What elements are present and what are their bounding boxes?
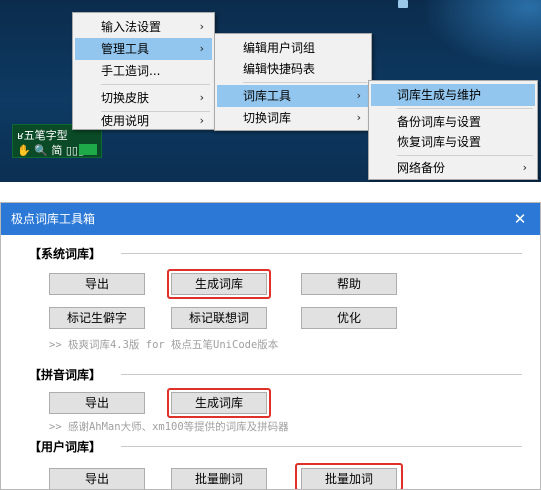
menu-item-label: 使用说明 <box>101 114 150 128</box>
menu-separator <box>397 108 533 109</box>
system-dictionary-note: >> 极爽词库4.3版 for 极点五笔UniCode版本 <box>49 339 279 351</box>
menu-item-network-backup[interactable]: 网络备份 › <box>371 157 535 179</box>
menu-item-label: 词库生成与维护 <box>397 88 482 102</box>
desktop-wallpaper-glow <box>421 0 541 70</box>
optimize-button[interactable]: 优化 <box>301 307 397 329</box>
section-divider <box>121 446 522 447</box>
mark-rare-chars-button[interactable]: 标记生僻字 <box>49 307 145 329</box>
menu-item-label: 切换词库 <box>243 111 292 125</box>
menu-item-help[interactable]: 使用说明 › <box>75 112 212 130</box>
section-header-system: 【系统词库】 <box>29 245 102 262</box>
dictionary-toolbox-dialog: 极点词库工具箱 ✕ 【系统词库】 导出 生成词库 帮助 标记生僻字 标记联想词 … <box>0 202 541 490</box>
system-export-button[interactable]: 导出 <box>49 273 145 295</box>
desktop-icon-fragment <box>398 0 408 8</box>
submenu-arrow-icon: › <box>199 20 204 33</box>
ime-mode-label[interactable]: ʁ五笔字型 <box>17 127 68 143</box>
batch-delete-words-button[interactable]: 批量删词 <box>171 468 267 489</box>
menu-item-label: 词库工具 <box>243 89 292 103</box>
menu-item-edit-shortcut-table[interactable]: 编辑快捷码表 <box>217 58 369 80</box>
menu-item-label: 备份词库与设置 <box>397 115 482 129</box>
dialog-title: 极点词库工具箱 <box>11 212 96 226</box>
dialog-titlebar[interactable]: 极点词库工具箱 ✕ <box>1 203 540 235</box>
section-divider <box>121 374 522 375</box>
menu-separator <box>243 82 367 83</box>
menu-item-label: 编辑快捷码表 <box>243 62 316 76</box>
system-help-button[interactable]: 帮助 <box>301 273 397 295</box>
desktop-area: ʁ五笔字型 ✋ 🔍 简 ▯▯▯ 输入法设置 › 管理工具 › 手工造词... 切… <box>0 0 541 182</box>
highlight-box <box>167 388 271 418</box>
menu-item-label: 编辑用户词组 <box>243 41 316 55</box>
context-menu-manage-tools: 编辑用户词组 编辑快捷码表 词库工具 › 切换词库 › <box>214 33 372 131</box>
highlight-box <box>167 269 271 299</box>
section-divider <box>121 253 522 254</box>
menu-item-label: 手工造词... <box>101 64 161 78</box>
mark-association-words-button[interactable]: 标记联想词 <box>171 307 267 329</box>
menu-item-restore-dictionary[interactable]: 恢复词库与设置 <box>371 131 535 153</box>
menu-separator <box>397 155 533 156</box>
menu-item-manual-word[interactable]: 手工造词... <box>75 60 212 82</box>
menu-item-ime-settings[interactable]: 输入法设置 › <box>75 16 212 38</box>
submenu-arrow-icon: › <box>356 89 361 102</box>
section-header-pinyin: 【拼音词库】 <box>29 366 102 383</box>
menu-item-switch-dictionary[interactable]: 切换词库 › <box>217 107 369 129</box>
highlight-box <box>295 463 403 489</box>
submenu-arrow-icon: › <box>199 91 204 104</box>
submenu-arrow-icon: › <box>199 114 204 127</box>
menu-item-label: 网络备份 <box>397 161 446 175</box>
pinyin-dictionary-note: >> 感谢AhMan大师、xm100等提供的词库及拼码器 <box>49 421 289 433</box>
close-icon[interactable]: ✕ <box>508 203 532 235</box>
submenu-arrow-icon: › <box>356 111 361 124</box>
menu-item-backup-dictionary[interactable]: 备份词库与设置 <box>371 111 535 133</box>
menu-item-label: 切换皮肤 <box>101 91 150 105</box>
context-menu-dictionary-tools: 词库生成与维护 备份词库与设置 恢复词库与设置 网络备份 › <box>368 80 538 180</box>
submenu-arrow-icon: › <box>522 161 527 174</box>
menu-separator <box>101 84 210 85</box>
submenu-arrow-icon: › <box>199 42 204 55</box>
ime-toolbar-icons[interactable]: ✋ 🔍 简 ▯▯▯ <box>17 142 84 158</box>
section-header-user: 【用户词库】 <box>29 438 102 455</box>
menu-item-edit-user-phrases[interactable]: 编辑用户词组 <box>217 37 369 59</box>
ime-active-indicator <box>79 144 97 155</box>
menu-item-dictionary-tools[interactable]: 词库工具 › <box>217 85 369 107</box>
menu-item-manage-tools[interactable]: 管理工具 › <box>75 38 212 60</box>
context-menu-main: 输入法设置 › 管理工具 › 手工造词... 切换皮肤 › 使用说明 › <box>72 12 215 130</box>
menu-item-label: 恢复词库与设置 <box>397 135 482 149</box>
pinyin-export-button[interactable]: 导出 <box>49 392 145 414</box>
menu-item-label: 管理工具 <box>101 42 150 56</box>
menu-item-switch-skin[interactable]: 切换皮肤 › <box>75 87 212 109</box>
user-export-button[interactable]: 导出 <box>49 468 145 489</box>
menu-item-label: 输入法设置 <box>101 20 162 34</box>
menu-item-dictionary-generate-maintain[interactable]: 词库生成与维护 <box>371 84 535 106</box>
